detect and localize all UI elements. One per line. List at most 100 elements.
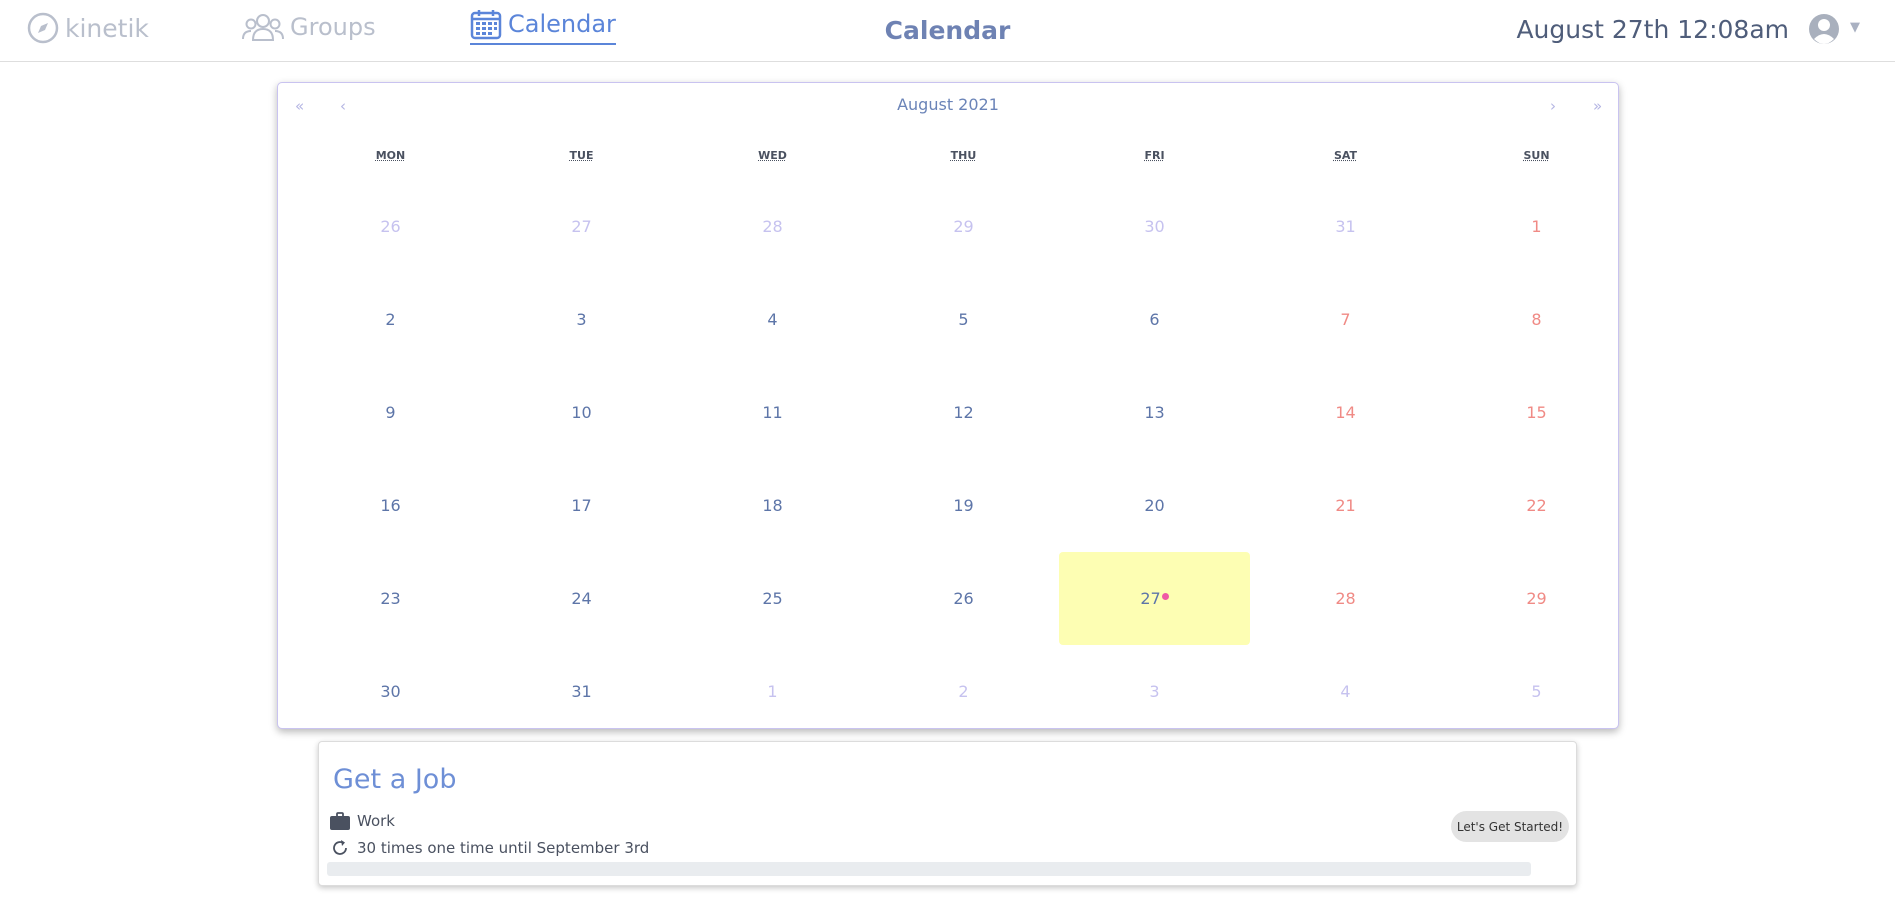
event-dot-icon xyxy=(1161,593,1169,600)
weekday-tue: TUE xyxy=(569,149,594,162)
nav-logo[interactable]: kinetik xyxy=(27,12,149,44)
nav-groups[interactable]: Groups xyxy=(242,12,376,42)
day-number: 31 xyxy=(571,682,592,701)
day-number: 26 xyxy=(953,589,974,608)
day-number: 13 xyxy=(1144,403,1165,422)
logo-label: kinetik xyxy=(65,13,149,43)
day-number: 20 xyxy=(1144,496,1165,515)
day-number: 30 xyxy=(380,682,401,701)
calendar-day[interactable]: 4 xyxy=(1250,645,1441,738)
day-number: 1 xyxy=(767,682,778,701)
calendar-day[interactable]: 3 xyxy=(486,273,677,366)
calendar-day[interactable]: 1 xyxy=(677,645,868,738)
calendar-day[interactable]: 12 xyxy=(868,366,1059,459)
calendar-day[interactable]: 11 xyxy=(677,366,868,459)
calendar-day[interactable]: 29 xyxy=(1441,552,1632,645)
next-year-button[interactable]: » xyxy=(1593,97,1602,115)
day-number: 5 xyxy=(1531,682,1542,701)
calendar-day[interactable]: 3 xyxy=(1059,645,1250,738)
weekday-thu: THU xyxy=(950,149,977,162)
weekday-sun: SUN xyxy=(1523,149,1550,162)
nav-calendar[interactable]: Calendar xyxy=(470,8,616,45)
day-number: 24 xyxy=(571,589,592,608)
day-number: 10 xyxy=(571,403,592,422)
day-number: 2 xyxy=(958,682,969,701)
compass-icon xyxy=(27,12,59,44)
day-number: 26 xyxy=(380,217,401,236)
calendar-day[interactable]: 1 xyxy=(1441,180,1632,273)
calendar-day[interactable]: 31 xyxy=(1250,180,1441,273)
next-month-button[interactable]: › xyxy=(1550,97,1556,115)
repeat-icon xyxy=(333,840,347,855)
calendar-day[interactable]: 21 xyxy=(1250,459,1441,552)
weekday-wed: WED xyxy=(758,149,787,162)
calendar-day[interactable]: 26 xyxy=(295,180,486,273)
task-card: Get a Job Work 30 times one time until S… xyxy=(318,741,1577,886)
calendar-day[interactable]: 16 xyxy=(295,459,486,552)
calendar-day[interactable]: 22 xyxy=(1441,459,1632,552)
task-recurrence: 30 times one time until September 3rd xyxy=(330,838,649,858)
day-number: 1 xyxy=(1531,217,1542,236)
chevron-down-icon[interactable]: ▼ xyxy=(1850,20,1860,35)
calendar-day[interactable]: 28 xyxy=(1250,552,1441,645)
day-number: 25 xyxy=(762,589,783,608)
user-avatar-icon[interactable] xyxy=(1808,13,1840,45)
day-number: 19 xyxy=(953,496,974,515)
month-label[interactable]: August 2021 xyxy=(278,95,1618,114)
day-number: 31 xyxy=(1335,217,1356,236)
calendar-day[interactable]: 9 xyxy=(295,366,486,459)
day-number: 28 xyxy=(1335,589,1356,608)
day-number: 7 xyxy=(1340,310,1351,329)
calendar-day[interactable]: 6 xyxy=(1059,273,1250,366)
day-number: 17 xyxy=(571,496,592,515)
calendar-day[interactable]: 8 xyxy=(1441,273,1632,366)
task-progress-bar xyxy=(327,862,1531,876)
calendar-day[interactable]: 23 xyxy=(295,552,486,645)
calendar-day[interactable]: 15 xyxy=(1441,366,1632,459)
calendar-day[interactable]: 26 xyxy=(868,552,1059,645)
day-number: 21 xyxy=(1335,496,1356,515)
day-number: 3 xyxy=(1149,682,1160,701)
calendar-day[interactable]: 13 xyxy=(1059,366,1250,459)
calendar-day[interactable]: 31 xyxy=(486,645,677,738)
groups-icon xyxy=(242,14,284,41)
lets-get-started-button[interactable]: Let's Get Started! xyxy=(1451,811,1569,842)
day-number: 4 xyxy=(767,310,778,329)
calendar-day[interactable]: 30 xyxy=(295,645,486,738)
calendar-day[interactable]: 25 xyxy=(677,552,868,645)
calendar-day[interactable]: 20 xyxy=(1059,459,1250,552)
calendar-day[interactable]: 4 xyxy=(677,273,868,366)
day-number: 11 xyxy=(762,403,783,422)
day-number: 4 xyxy=(1340,682,1351,701)
calendar-day[interactable]: 2 xyxy=(868,645,1059,738)
day-number: 27 xyxy=(1140,589,1161,608)
calendar-widget: « ‹ August 2021 › » MON TUE WED THU FRI SAT SU… xyxy=(277,82,1619,729)
calendar-day[interactable]: 30 xyxy=(1059,180,1250,273)
day-number: 14 xyxy=(1335,403,1356,422)
day-number: 29 xyxy=(1526,589,1547,608)
calendar-day[interactable]: 24 xyxy=(486,552,677,645)
calendar-day[interactable]: 17 xyxy=(486,459,677,552)
calendar-day[interactable]: 19 xyxy=(868,459,1059,552)
calendar-day[interactable]: 14 xyxy=(1250,366,1441,459)
day-number: 27 xyxy=(571,217,592,236)
day-number: 15 xyxy=(1526,403,1547,422)
day-number: 30 xyxy=(1144,217,1165,236)
calendar-day[interactable]: 5 xyxy=(868,273,1059,366)
day-number: 22 xyxy=(1526,496,1547,515)
task-category: Work xyxy=(330,812,395,830)
calendar-day[interactable]: 5 xyxy=(1441,645,1632,738)
calendar-day[interactable]: 2 xyxy=(295,273,486,366)
day-number: 29 xyxy=(953,217,974,236)
day-number: 28 xyxy=(762,217,783,236)
calendar-nav-label: Calendar xyxy=(508,10,616,38)
calendar-day[interactable]: 7 xyxy=(1250,273,1441,366)
day-number: 16 xyxy=(380,496,401,515)
calendar-day[interactable]: 18 xyxy=(677,459,868,552)
calendar-day[interactable]: 28 xyxy=(677,180,868,273)
calendar-day[interactable]: 27 xyxy=(486,180,677,273)
calendar-day-today[interactable]: 27 xyxy=(1059,552,1250,645)
calendar-day[interactable]: 10 xyxy=(486,366,677,459)
calendar-day[interactable]: 29 xyxy=(868,180,1059,273)
current-datetime: August 27th 12:08am xyxy=(1516,15,1789,44)
